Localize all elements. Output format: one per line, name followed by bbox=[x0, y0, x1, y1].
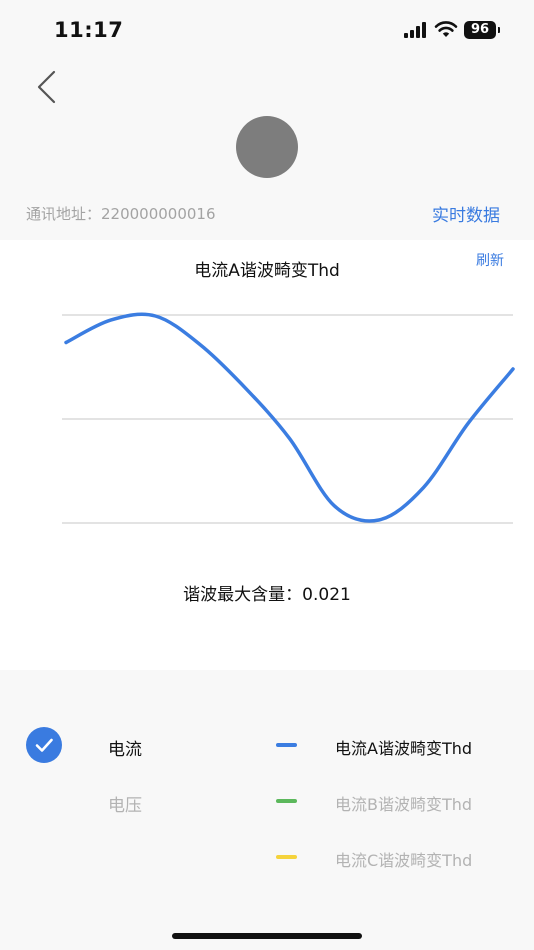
current-checkbox[interactable] bbox=[26, 727, 62, 763]
wifi-icon bbox=[434, 21, 458, 37]
chart-panel: 电流A谐波畸变Thd 刷新 bbox=[0, 240, 534, 670]
home-indicator bbox=[172, 933, 362, 939]
legend-label-b[interactable]: 电流B谐波畸变Thd bbox=[335, 791, 472, 815]
legend-label-a[interactable]: 电流A谐波畸变Thd bbox=[335, 735, 472, 759]
mode-current-option[interactable]: 电流 bbox=[108, 735, 142, 760]
chart-series-line-0 bbox=[64, 312, 515, 523]
chart-plot bbox=[62, 312, 515, 524]
legend-label-c[interactable]: 电流C谐波畸变Thd bbox=[335, 847, 472, 871]
device-avatar bbox=[236, 116, 298, 178]
status-time: 11:17 bbox=[54, 18, 124, 42]
address-label: 通讯地址：220000000016 bbox=[26, 205, 216, 223]
mode-voltage-option[interactable]: 电压 bbox=[108, 791, 142, 816]
legend-swatch-a bbox=[276, 743, 297, 747]
legend-swatch-c bbox=[276, 855, 297, 859]
max-harmonic-content: 谐波最大含量：0.021 bbox=[183, 585, 351, 605]
status-bar: 11:17 96 bbox=[0, 0, 534, 60]
cellular-signal-icon bbox=[404, 22, 428, 38]
battery-icon: 96 bbox=[464, 21, 500, 39]
legend-swatch-b bbox=[276, 799, 297, 803]
realtime-data-link[interactable]: 实时数据 bbox=[432, 201, 500, 226]
back-chevron-icon[interactable] bbox=[28, 66, 68, 110]
